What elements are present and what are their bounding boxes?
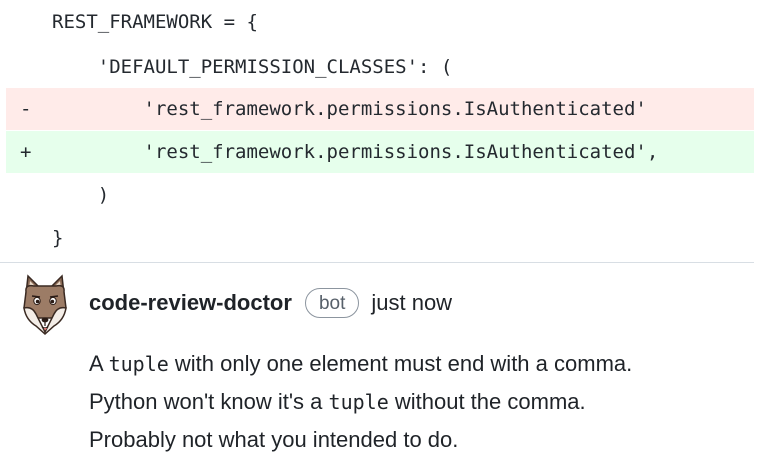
text-segment: without the comma. [388,389,586,414]
divider [0,262,754,263]
diff-code: 'rest_framework.permissions.IsAuthentica… [52,98,647,120]
comment-body: A tuple with only one element must end w… [89,345,749,459]
diff-code: 'rest_framework.permissions.IsAuthentica… [52,141,659,163]
comment-line: A tuple with only one element must end w… [89,345,749,383]
diff-line: REST_FRAMEWORK = { [6,1,754,43]
comment-timestamp[interactable]: just now [371,290,452,316]
diff-line: } [6,217,754,259]
inline-code: tuple [108,352,169,376]
diff-line: ) [6,174,754,216]
diff-code: ) [52,184,110,206]
text-segment: A [89,351,109,376]
diff-code: REST_FRAMEWORK = { [52,11,258,33]
diff-line: 'DEFAULT_PERMISSION_CLASSES': ( [6,46,754,88]
diff-line-added: + 'rest_framework.permissions.IsAuthenti… [6,131,754,173]
comment-line: Python won't know it's a tuple without t… [89,383,749,421]
diff-marker: - [20,98,32,120]
text-segment: Probably not what you intended to do. [89,427,459,452]
diff-code: 'DEFAULT_PERMISSION_CLASSES': ( [52,56,453,78]
comment-header: code-review-doctor bot just now [89,286,452,320]
inline-code: tuple [328,390,389,414]
comment-line: Probably not what you intended to do. [89,421,749,459]
fox-avatar-icon[interactable] [20,274,70,336]
bot-badge: bot [304,288,360,318]
diff-line-removed: - 'rest_framework.permissions.IsAuthenti… [6,88,754,130]
text-segment: with only one element must end with a co… [168,351,633,376]
text-segment: Python won't know it's a [89,389,329,414]
code-diff: REST_FRAMEWORK = { 'DEFAULT_PERMISSION_C… [0,0,758,262]
diff-marker: + [20,141,32,163]
comment-author[interactable]: code-review-doctor [89,290,292,316]
diff-code: } [52,227,64,249]
